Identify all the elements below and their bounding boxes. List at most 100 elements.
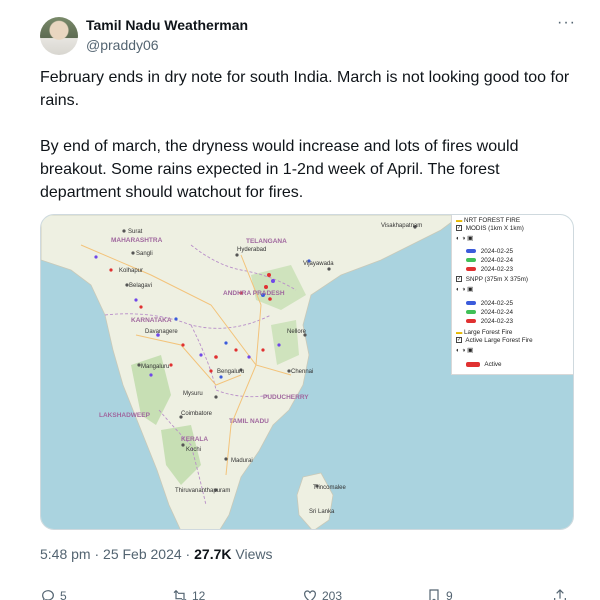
map-label-kolhapur: Kolhapur xyxy=(119,268,143,274)
views-count: 27.7K xyxy=(194,546,232,562)
checkbox-modis[interactable]: ✓ xyxy=(456,225,462,232)
map-label-tamilnadu: TAMIL NADU xyxy=(229,418,269,425)
city-marker xyxy=(181,443,185,447)
map-label-andhra: ANDHRA PRADESH xyxy=(223,290,285,297)
map-label-nellore: Nellore xyxy=(287,329,307,335)
map-label-vijayawada: Vijayawada xyxy=(303,261,334,267)
swatch-green xyxy=(466,258,476,263)
fire-dot xyxy=(181,343,185,347)
city-marker xyxy=(214,395,218,399)
reply-icon xyxy=(42,590,54,600)
share-icon xyxy=(554,589,566,600)
bookmark-icon xyxy=(429,589,439,600)
map-label-chennai: Chennai xyxy=(291,369,313,375)
map-label-hyderabad: Hyderabad xyxy=(237,247,266,253)
fire-dot xyxy=(209,369,213,373)
bookmark-button[interactable]: 9 xyxy=(426,588,453,600)
legend-active: Active xyxy=(484,361,502,368)
tweet-time[interactable]: 5:48 pm xyxy=(40,546,91,562)
map-label-mangaluru: Mangaluru xyxy=(141,364,169,370)
tweet-date[interactable]: 25 Feb 2024 xyxy=(103,546,182,562)
fire-dot xyxy=(268,297,272,301)
like-button[interactable]: 203 xyxy=(302,588,342,600)
meta-separator: · xyxy=(90,546,104,562)
avatar[interactable] xyxy=(40,17,78,55)
map-label-puducherry: PUDUCHERRY xyxy=(263,394,309,401)
legend-modis-date-2: 2024-02-24 xyxy=(480,257,513,264)
map-label-kerala: KERALA xyxy=(181,436,208,443)
swatch-red xyxy=(466,267,476,272)
views-label: Views xyxy=(231,546,273,562)
fire-dot xyxy=(109,268,113,272)
reply-button[interactable]: 5 xyxy=(40,588,67,600)
legend-snpp: SNPP (375m X 375m) xyxy=(465,276,528,283)
heart-icon xyxy=(304,590,316,600)
map-label-srilanka: Sri Lanka xyxy=(309,509,335,515)
checkbox-snpp[interactable]: ✓ xyxy=(456,276,462,283)
map-label-belagavi: Belagavi xyxy=(129,283,152,289)
map-label-visakhapatnam: Visakhapatnam xyxy=(381,223,422,229)
map-label-surat: Surat xyxy=(128,229,143,235)
swatch-blue xyxy=(466,249,476,254)
map-label-lakshadweep: LAKSHADWEEP xyxy=(99,412,151,419)
map-label-coimbatore: Coimbatore xyxy=(181,411,213,417)
fire-dot xyxy=(261,348,265,352)
action-bar: 5 12 203 9 xyxy=(40,588,570,600)
author-handle[interactable]: @praddy06 xyxy=(86,37,159,53)
city-marker xyxy=(327,267,331,271)
folder-icon: ▬ xyxy=(456,217,463,224)
fire-dot xyxy=(271,279,275,283)
author-name[interactable]: Tamil Nadu Weatherman xyxy=(86,17,248,33)
map-label-telangana: TELANGANA xyxy=(246,238,287,245)
fire-dot xyxy=(247,355,251,359)
layer-tool-icons[interactable]: ◐ ◑ ▣ xyxy=(456,347,478,354)
legend-active-large: Active Large Forest Fire xyxy=(465,337,533,344)
fire-dot xyxy=(234,348,238,352)
legend-snpp-date-2: 2024-02-24 xyxy=(480,309,513,316)
fire-dot xyxy=(219,375,223,379)
map-label-maharashtra: MAHARASHTRA xyxy=(111,237,163,244)
map-label-davanagere: Davanagere xyxy=(145,329,178,335)
city-marker xyxy=(131,251,135,255)
tweet-media-map[interactable]: Surat MAHARASHTRA Sangli Kolhapur Belaga… xyxy=(40,214,574,530)
tweet-meta: 5:48 pm · 25 Feb 2024 · 27.7K Views xyxy=(40,546,272,562)
city-marker xyxy=(224,457,228,461)
legend-snpp-date-3: 2024-02-23 xyxy=(480,318,513,325)
layer-tool-icons[interactable]: ◐ ◑ ▣ xyxy=(456,235,478,242)
legend-modis: MODIS (1km X 1km) xyxy=(465,225,524,232)
share-button[interactable] xyxy=(552,588,568,600)
map-label-trincomalee: Trincomalee xyxy=(313,485,346,491)
fire-dot xyxy=(169,363,173,367)
reply-count: 5 xyxy=(60,589,67,600)
swatch-active xyxy=(466,361,480,367)
retweet-count: 12 xyxy=(192,589,206,600)
folder-icon: ▬ xyxy=(456,329,463,336)
checkbox-active-large[interactable]: ✓ xyxy=(456,337,462,344)
map-label-madurai: Madurai xyxy=(231,458,253,464)
like-count: 203 xyxy=(322,589,343,600)
legend-large-fire: Large Forest Fire xyxy=(464,329,513,336)
legend-title: NRT FOREST FIRE xyxy=(464,217,521,224)
map-legend: ▬ NRT FOREST FIRE ✓ MODIS (1km X 1km) ◐ … xyxy=(451,215,573,375)
tweet-text-paragraph-1: February ends in dry note for south Indi… xyxy=(40,69,570,109)
layer-tool-icons[interactable]: ◐ ◑ ▣ xyxy=(456,286,478,293)
fire-dot xyxy=(199,353,203,357)
legend-modis-date-3: 2024-02-23 xyxy=(480,266,513,273)
map-label-karnataka: KARNATAKA xyxy=(131,317,172,324)
meta-separator: · xyxy=(181,546,195,562)
fire-dot xyxy=(94,255,98,259)
city-marker xyxy=(122,229,126,233)
fire-dot xyxy=(149,373,153,377)
retweet-button[interactable]: 12 xyxy=(172,588,205,600)
fire-dot xyxy=(134,298,138,302)
tweet: Tamil Nadu Weatherman @praddy06 ··· Febr… xyxy=(0,0,600,600)
fire-dot xyxy=(174,317,178,321)
fire-dot xyxy=(214,355,218,359)
legend-modis-date-1: 2024-02-25 xyxy=(480,248,513,255)
swatch-red xyxy=(466,319,476,324)
fire-dot xyxy=(224,341,228,345)
more-options-icon[interactable]: ··· xyxy=(557,14,576,32)
bookmark-count: 9 xyxy=(446,589,453,600)
map-label-bengaluru: Bengaluru xyxy=(217,369,244,375)
map-label-mysuru: Mysuru xyxy=(183,391,203,397)
